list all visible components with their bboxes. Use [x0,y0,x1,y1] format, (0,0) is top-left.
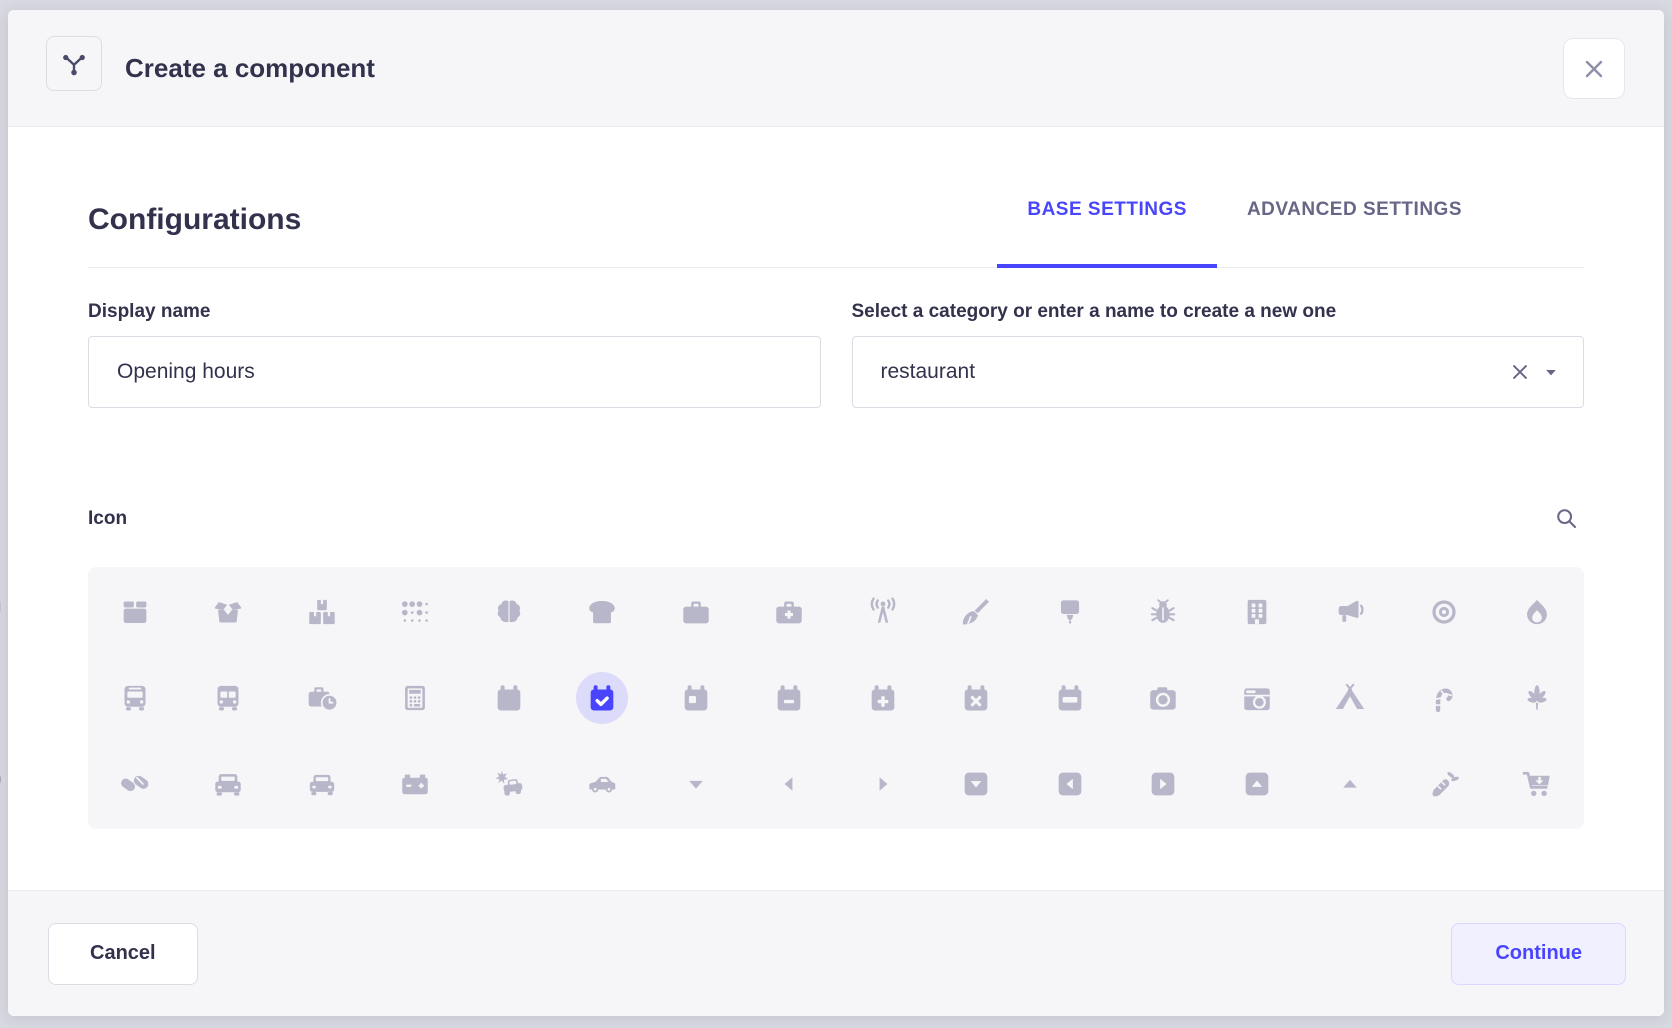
search-icon [1554,506,1580,532]
icon-option-box[interactable] [109,586,161,638]
icon-search-button[interactable] [1550,502,1584,536]
icon-option-car[interactable] [202,758,254,810]
icon-option-caret-down[interactable] [670,758,722,810]
icon-option-calendar[interactable] [483,672,535,724]
backdrop-text-fragments: ertiertynt≡bt [0,0,8,1028]
backdrop-fragment: n [0,588,2,619]
configurations-header-row: Configurations BASE SETTINGS ADVANCED SE… [88,199,1584,268]
icon-option-broadcast-tower[interactable] [857,586,909,638]
icon-grid [88,567,1584,829]
tab-base-settings[interactable]: BASE SETTINGS [997,199,1217,267]
icon-option-calculator[interactable] [389,672,441,724]
clear-x-icon [1507,359,1533,385]
icon-option-bus-alt[interactable] [202,672,254,724]
close-icon [1579,54,1609,84]
icon-option-bread-slice[interactable] [576,586,628,638]
icon-option-caret-left[interactable] [763,758,815,810]
display-name-field: Display name [88,301,821,408]
display-name-input[interactable] [88,336,821,408]
icon-option-caret-right[interactable] [857,758,909,810]
icon-option-caret-square-right[interactable] [1137,758,1189,810]
icon-option-calendar-plus[interactable] [857,672,909,724]
icon-option-caret-up[interactable] [1324,758,1376,810]
icon-option-caret-square-left[interactable] [1044,758,1096,810]
icon-option-carrot[interactable] [1418,758,1470,810]
icon-option-business-time[interactable] [296,672,348,724]
icon-option-camera-retro[interactable] [1231,672,1283,724]
icon-option-boxes[interactable] [296,586,348,638]
icon-option-car-crash[interactable] [483,758,535,810]
component-icon-box [46,36,102,91]
icon-option-cannabis[interactable] [1511,672,1563,724]
backdrop-fragment: b [0,762,2,793]
caret-down-icon [1541,362,1561,382]
icon-option-caret-square-down[interactable] [950,758,1002,810]
icon-option-camera[interactable] [1137,672,1189,724]
icon-option-bus[interactable] [109,672,161,724]
component-icon [59,49,89,79]
icon-option-candy-cane[interactable] [1418,672,1470,724]
icon-option-bullhorn[interactable] [1324,586,1376,638]
icon-option-car-alt[interactable] [296,758,348,810]
create-component-modal: Create a component Configurations BASE S… [8,10,1664,1016]
icon-option-calendar-week[interactable] [1044,672,1096,724]
icon-picker-label: Icon [88,508,127,530]
display-name-label: Display name [88,301,821,323]
modal-body: Configurations BASE SETTINGS ADVANCED SE… [8,199,1664,829]
category-combobox[interactable]: restaurant [852,336,1585,408]
close-button[interactable] [1563,38,1625,99]
backdrop-fragment: ≡ [0,706,1,737]
category-clear-button[interactable] [1503,355,1537,389]
modal-header: Create a component [8,10,1664,127]
icon-option-briefcase-medical[interactable] [763,586,815,638]
icon-option-braille[interactable] [389,586,441,638]
icon-option-burn[interactable] [1511,586,1563,638]
modal-footer: Cancel Continue [8,890,1664,1016]
icon-option-caret-square-up[interactable] [1231,758,1283,810]
icon-option-campground[interactable] [1324,672,1376,724]
icon-option-capsules[interactable] [109,758,161,810]
icon-option-brush[interactable] [1044,586,1096,638]
category-field: Select a category or enter a name to cre… [852,301,1585,408]
icon-option-bullseye[interactable] [1418,586,1470,638]
category-value: restaurant [881,360,1504,384]
icon-label-row: Icon [88,502,1584,536]
icon-option-box-open[interactable] [202,586,254,638]
icon-option-brain[interactable] [483,586,535,638]
tab-advanced-settings[interactable]: ADVANCED SETTINGS [1217,199,1492,267]
icon-option-calendar-check[interactable] [576,672,628,724]
category-dropdown-toggle[interactable] [1537,358,1565,386]
icon-option-calendar-times[interactable] [950,672,1002,724]
continue-button[interactable]: Continue [1451,923,1626,985]
category-label: Select a category or enter a name to cre… [852,301,1585,323]
modal-title: Create a component [125,10,375,127]
page-title: Configurations [88,203,301,267]
icon-option-calendar-day[interactable] [670,672,722,724]
icon-option-car-side[interactable] [576,758,628,810]
icon-option-bug[interactable] [1137,586,1189,638]
icon-picker-section: Icon [88,502,1584,829]
settings-tabs: BASE SETTINGS ADVANCED SETTINGS [997,199,1492,267]
icon-option-car-battery[interactable] [389,758,441,810]
icon-option-broom[interactable] [950,586,1002,638]
cancel-button[interactable]: Cancel [48,923,198,985]
icon-option-calendar-minus[interactable] [763,672,815,724]
icon-option-building[interactable] [1231,586,1283,638]
fields-row: Display name Select a category or enter … [88,301,1584,408]
icon-option-cart-arrow-down[interactable] [1511,758,1563,810]
icon-option-briefcase[interactable] [670,586,722,638]
